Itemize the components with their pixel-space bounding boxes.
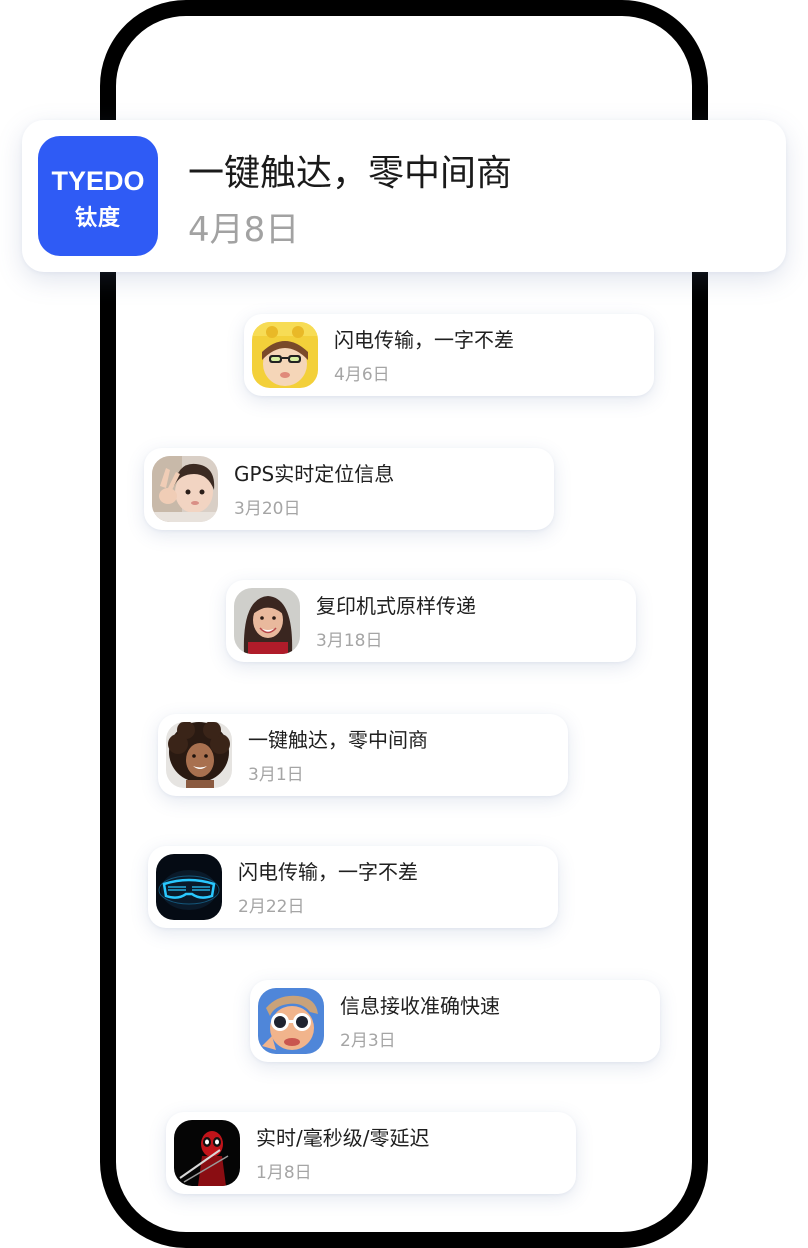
masked-hero-avatar — [174, 1120, 240, 1186]
message-card[interactable]: 一键触达，零中间商 3月1日 — [158, 714, 568, 796]
message-date: 3月20日 — [234, 499, 301, 519]
message-date: 4月6日 — [334, 365, 390, 385]
message-title: 复印机式原样传递 — [316, 594, 476, 618]
message-title: 闪电传输，一字不差 — [334, 328, 514, 352]
sunglasses-man-avatar — [258, 988, 324, 1054]
logo-wordmark: TYEDO — [51, 166, 145, 196]
message-card[interactable]: 信息接收准确快速 2月3日 — [250, 980, 660, 1062]
message-title: 实时/毫秒级/零延迟 — [256, 1126, 430, 1150]
message-title: 闪电传输，一字不差 — [238, 860, 418, 884]
neon-glasses-avatar — [156, 854, 222, 920]
message-title: 一键触达，零中间商 — [248, 728, 428, 752]
message-card[interactable]: 闪电传输，一字不差 4月6日 — [244, 314, 654, 396]
smiling-woman-avatar — [234, 588, 300, 654]
curly-hair-woman-avatar — [166, 722, 232, 788]
message-date: 3月1日 — [248, 765, 304, 785]
message-date: 2月22日 — [238, 897, 305, 917]
screen: TYEDO 钛度 一键触达，零中间商 4月8日 闪电传输，一字不差 4月6日 G… — [0, 0, 808, 1248]
logo-chinese-name: 钛度 — [74, 206, 121, 231]
message-card[interactable]: 复印机式原样传递 3月18日 — [226, 580, 636, 662]
message-date: 1月8日 — [256, 1163, 312, 1183]
message-card[interactable]: 实时/毫秒级/零延迟 1月8日 — [166, 1112, 576, 1194]
message-card[interactable]: GPS实时定位信息 3月20日 — [144, 448, 554, 530]
child-peace-sign-avatar — [152, 456, 218, 522]
message-title: GPS实时定位信息 — [234, 462, 395, 486]
message-card[interactable]: 闪电传输，一字不差 2月22日 — [148, 846, 558, 928]
message-title: 信息接收准确快速 — [340, 994, 500, 1018]
featured-notification-date: 4月8日 — [188, 210, 300, 250]
featured-notification-title: 一键触达，零中间商 — [188, 153, 513, 194]
featured-notification[interactable]: TYEDO 钛度 一键触达，零中间商 4月8日 — [22, 120, 786, 272]
child-yellow-hood-avatar — [252, 322, 318, 388]
message-date: 3月18日 — [316, 631, 383, 651]
message-date: 2月3日 — [340, 1031, 396, 1051]
tyedo-logo: TYEDO 钛度 — [38, 136, 158, 256]
